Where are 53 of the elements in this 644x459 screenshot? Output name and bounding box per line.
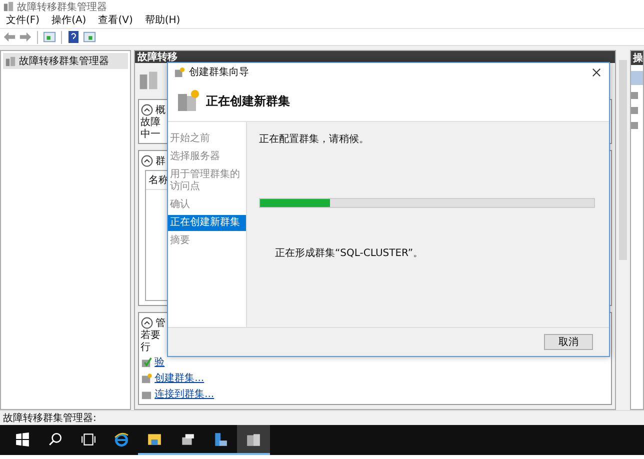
dialog-heading: 正在创建新群集	[206, 92, 290, 110]
wizard-icon	[174, 66, 185, 78]
description-text: 故障	[140, 117, 161, 128]
action-link[interactable]: 连接到群集...	[154, 387, 214, 402]
folder-icon[interactable]	[147, 432, 162, 447]
computer-icon[interactable]	[213, 432, 228, 447]
windows-icon[interactable]	[15, 432, 30, 447]
description-text: 行	[140, 342, 151, 354]
servers-icon	[138, 69, 160, 92]
tree-item-highlight[interactable]: 故障转移群集管理器	[3, 53, 128, 70]
task-view-icon[interactable]	[81, 432, 96, 447]
action-link[interactable]: 验	[154, 355, 165, 370]
dialog-title: 创建群集向导	[189, 66, 249, 80]
menu-item[interactable]: 查看(V)	[98, 13, 133, 28]
wizard-step[interactable]: 正在创建新群集	[168, 215, 246, 232]
status-message: 正在配置群集，请稍候。	[259, 132, 370, 146]
progress-status: 正在形成群集“SQL-CLUSTER”。	[275, 246, 424, 260]
wizard-step[interactable]: 开始之前	[168, 131, 246, 148]
menu-item[interactable]: 帮助(H)	[144, 13, 180, 28]
menu-item[interactable]: 文件(F)	[6, 13, 40, 28]
wizard-step[interactable]: 摘要	[168, 233, 246, 250]
console-tree-icon[interactable]	[43, 31, 56, 44]
cluster-icon	[3, 1, 14, 12]
wizard-step[interactable]: 选择服务器	[168, 149, 246, 166]
panel-title: 故障转移	[138, 50, 178, 64]
section-title: 群	[156, 154, 166, 168]
servers-icon[interactable]	[246, 432, 261, 447]
close-icon[interactable]	[592, 68, 601, 77]
menu-item[interactable]: 操作(A)	[52, 13, 86, 28]
collapse-icon[interactable]	[140, 154, 153, 167]
checked-servers-icon	[140, 356, 152, 368]
description-text: 若要	[140, 330, 161, 342]
forward-icon[interactable]	[19, 31, 32, 44]
tree-item-label[interactable]: 故障转移群集管理器	[19, 54, 109, 68]
description-text: 中一	[140, 129, 161, 142]
status-text: 故障转移群集管理器:	[3, 412, 96, 426]
collapse-icon[interactable]	[140, 316, 153, 329]
help-icon[interactable]	[67, 31, 80, 44]
servers-icon	[176, 89, 200, 114]
wizard-step[interactable]: 确认	[168, 197, 246, 214]
panel-title: 操	[633, 53, 643, 64]
search-icon[interactable]	[48, 432, 63, 447]
browser-icon[interactable]	[114, 432, 129, 447]
action-link[interactable]: 创建群集...	[154, 371, 204, 386]
back-icon[interactable]	[3, 31, 16, 44]
cluster-icon	[5, 56, 16, 67]
cancel-button[interactable]: 取消	[544, 334, 593, 350]
window-title: 故障转移群集管理器	[17, 0, 107, 14]
section-title: 管	[156, 316, 166, 330]
server-icon[interactable]	[180, 432, 195, 447]
collapse-icon[interactable]	[140, 104, 153, 116]
section-title: 概	[156, 104, 166, 116]
new-servers-icon	[140, 372, 152, 384]
